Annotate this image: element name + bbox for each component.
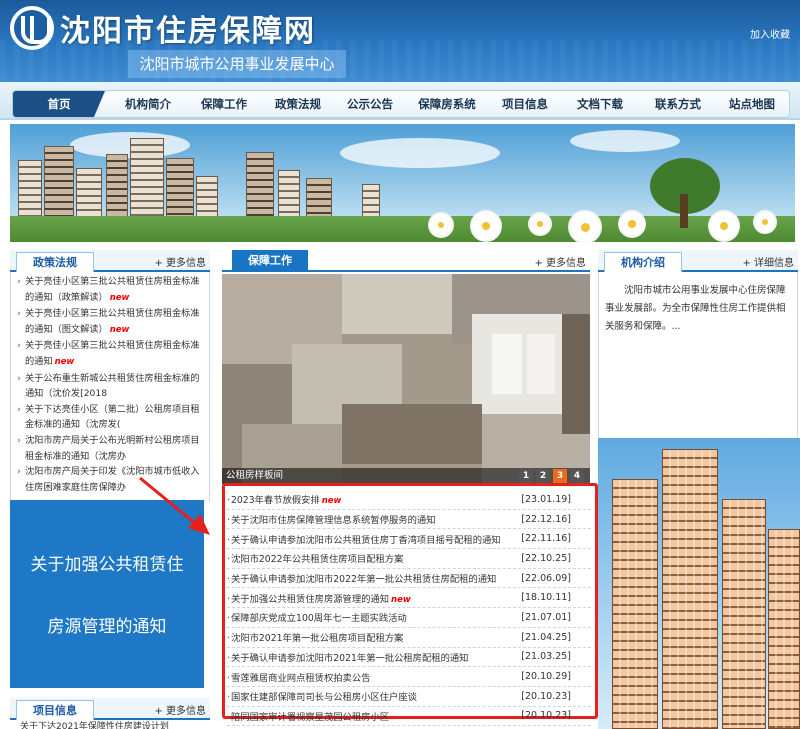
pager-button-3[interactable]: 3	[553, 469, 567, 483]
notice-date: [23.01.19]	[521, 493, 571, 505]
nav-item-sitemap[interactable]: 站点地图	[717, 91, 787, 117]
nav-bar: 首页 机构简介 保障工作 政策法规 公示公告 保障房系统 项目信息 文档下载 联…	[12, 90, 790, 118]
notice-row[interactable]: 关于沈阳市住房保障管理信息系统暂停服务的通知[22.12.16]	[227, 510, 591, 530]
project-info-item[interactable]: 关于下达2021年保障性住房建设计划	[10, 720, 210, 729]
notice-row[interactable]: 陪同国家审计署视察星茂园公租房小区[20.10.23]	[227, 707, 591, 727]
policy-header: 政策法规 + 更多信息	[10, 250, 210, 272]
add-favorite-link[interactable]: 加入收藏	[750, 26, 790, 41]
notice-date: [20.10.29]	[521, 671, 571, 683]
notice-date: [22.10.25]	[521, 552, 571, 564]
notice-list-highlight: 2023年春节放假安排new[23.01.19] 关于沈阳市住房保障管理信息系统…	[222, 483, 598, 727]
policy-item[interactable]: 关于下达亮佳小区（第二批）公租房项目租金标准的通知（沈房发(	[17, 402, 205, 433]
policy-item[interactable]: 沈阳市房产局关于公布光明新村公租房项目租金标准的通知（沈房办	[17, 433, 205, 464]
notice-row[interactable]: 雪莲雅居商业网点租赁权拍卖公告[20.10.29]	[227, 667, 591, 687]
notice-date: [22.11.16]	[521, 533, 571, 545]
new-badge: new	[321, 496, 342, 507]
notice-row[interactable]: 关于确认申请参加沈阳市2022年第一批公共租赁住房配租的通知[22.06.09]	[227, 569, 591, 589]
header-banner-image	[10, 124, 795, 242]
notice-row[interactable]: 沈阳市2022年公共租赁住房项目配租方案[22.10.25]	[227, 549, 591, 569]
nav-item-contact[interactable]: 联系方式	[639, 91, 717, 117]
pager-button-1[interactable]: 1	[519, 469, 533, 483]
pager-button-4[interactable]: 4	[570, 469, 584, 483]
work-panel: 保障工作 + 更多信息 公租房样板间 1 2 3 4	[222, 250, 590, 484]
org-more-link[interactable]: + 详细信息	[742, 254, 794, 269]
nav-item-notice[interactable]: 公示公告	[335, 91, 405, 117]
new-badge: new	[54, 356, 75, 367]
nav-item-system[interactable]: 保障房系统	[405, 91, 489, 117]
policy-item[interactable]: 关于亮佳小区第三批公共租赁住房租金标准的通知（图文解读）new	[17, 306, 205, 338]
nav-item-about[interactable]: 机构简介	[109, 91, 187, 117]
org-panel: 机构介绍 + 详细信息 沈阳市城市公用事业发展中心住房保障事业发展部。为全市保障…	[598, 250, 798, 440]
notice-date: [21.03.25]	[521, 651, 571, 663]
slideshow-pager: 1 2 3 4	[519, 469, 584, 483]
policy-item[interactable]: 关于公布重生新城公共租赁住房租金标准的通知（沈价发[2018	[17, 371, 205, 402]
org-tab[interactable]: 机构介绍	[604, 252, 682, 272]
nav-item-projects[interactable]: 项目信息	[489, 91, 561, 117]
work-tab[interactable]: 保障工作	[232, 250, 308, 272]
notice-row[interactable]: 2023年春节放假安排new[23.01.19]	[227, 490, 591, 510]
promo-banner[interactable]: 关于加强公共租赁住 房源管理的通知	[10, 500, 204, 688]
notice-date: [20.10.23]	[521, 690, 571, 702]
notice-date: [22.12.16]	[521, 513, 571, 525]
main-nav: 首页 机构简介 保障工作 政策法规 公示公告 保障房系统 项目信息 文档下载 联…	[0, 82, 800, 120]
notice-row[interactable]: 关于确认申请参加沈阳市公共租赁住房丁香湾项目摇号配租的通知[22.11.16]	[227, 529, 591, 550]
nav-item-downloads[interactable]: 文档下载	[561, 91, 639, 117]
policy-tab[interactable]: 政策法规	[16, 252, 94, 272]
policy-item[interactable]: 沈阳市房产局关于印发《沈阳市城市低收入住房困难家庭住房保障办	[17, 464, 205, 495]
notice-date: [18.10.11]	[521, 592, 571, 604]
notice-row[interactable]: 国家住建部保障司司长与公租房小区住户座谈[20.10.23]	[227, 687, 591, 707]
policy-list: 关于亮佳小区第三批公共租赁住房租金标准的通知（政策解读）new 关于亮佳小区第三…	[10, 272, 210, 502]
policy-more-link[interactable]: + 更多信息	[154, 254, 206, 269]
org-header: 机构介绍 + 详细信息	[598, 250, 798, 272]
project-info-tab[interactable]: 项目信息	[16, 700, 94, 720]
site-title[interactable]: 沈阳市住房保障网	[60, 6, 316, 50]
policy-item[interactable]: 关于亮佳小区第三批公共租赁住房租金标准的通知new	[17, 338, 205, 370]
nav-item-policy[interactable]: 政策法规	[261, 91, 335, 117]
work-header: 保障工作 + 更多信息	[222, 250, 590, 272]
notice-date: [21.04.25]	[521, 631, 571, 643]
notice-date: [21.07.01]	[521, 611, 571, 623]
new-badge: new	[391, 594, 411, 605]
site-logo-icon[interactable]	[10, 6, 54, 50]
building-photo[interactable]	[598, 438, 800, 729]
org-description: 沈阳市城市公用事业发展中心住房保障事业发展部。为全市保障性住房工作提供相关服务和…	[598, 272, 798, 440]
promo-line-1: 关于加强公共租赁住	[30, 555, 184, 575]
notice-row[interactable]: 关于确认申请参加沈阳市2021年第一批公租房配租的通知[21.03.25]	[227, 648, 591, 668]
notice-row[interactable]: 沈阳市2021年第一批公租房项目配租方案[21.04.25]	[227, 628, 591, 648]
work-more-link[interactable]: + 更多信息	[534, 254, 586, 269]
slideshow-photo[interactable]: 公租房样板间 1 2 3 4	[222, 274, 590, 484]
promo-line-2: 房源管理的通知	[47, 617, 167, 637]
policy-item[interactable]: 关于亮佳小区第三批公共租赁住房租金标准的通知（政策解读）new	[17, 274, 205, 306]
new-badge: new	[109, 292, 130, 303]
pager-button-2[interactable]: 2	[536, 469, 550, 483]
project-info-panel: 项目信息 + 更多信息 关于下达2021年保障性住房建设计划	[10, 698, 210, 729]
notice-date: [22.06.09]	[521, 572, 571, 584]
site-subtitle: 沈阳市城市公用事业发展中心	[128, 50, 346, 78]
notice-row[interactable]: 关于加强公共租赁住房房源管理的通知new[18.10.11]	[227, 588, 591, 609]
site-header: 沈阳市住房保障网 沈阳市城市公用事业发展中心 加入收藏	[0, 0, 800, 82]
policy-panel: 政策法规 + 更多信息 关于亮佳小区第三批公共租赁住房租金标准的通知（政策解读）…	[10, 250, 210, 502]
notice-date: [20.10.23]	[521, 710, 571, 722]
project-info-more-link[interactable]: + 更多信息	[154, 702, 206, 717]
project-info-header: 项目信息 + 更多信息	[10, 698, 210, 720]
nav-item-work[interactable]: 保障工作	[187, 91, 261, 117]
new-badge: new	[109, 324, 130, 335]
notice-row[interactable]: 保障部庆党成立100周年七一主题实践活动[21.07.01]	[227, 608, 591, 628]
nav-item-home[interactable]: 首页	[13, 91, 105, 117]
